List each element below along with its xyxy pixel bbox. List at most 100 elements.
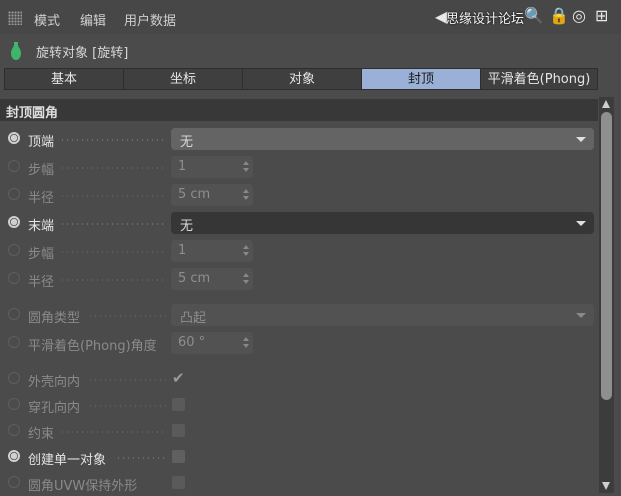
uvw-keep-label: 圆角UVW保持外形	[28, 479, 138, 494]
row-constrain: 约束	[0, 418, 598, 444]
hole-inward-label: 穿孔向内	[28, 401, 81, 416]
end-radius-value: 5 cm	[178, 271, 211, 286]
leader-dots	[60, 279, 166, 281]
leader-dots	[88, 315, 166, 317]
hole-inward-checkbox[interactable]	[172, 398, 185, 411]
animate-radio-icon[interactable]	[8, 450, 20, 462]
row-end-radius: 半径 5 cm	[0, 266, 598, 292]
search-icon[interactable]: 🔍	[524, 8, 544, 24]
menu-user-data[interactable]: 用户数据	[124, 10, 176, 29]
row-end-cap: 末端 无	[0, 210, 598, 236]
animate-radio-icon[interactable]	[8, 308, 20, 320]
uvw-keep-checkbox[interactable]	[172, 476, 185, 489]
spinner-arrows-icon[interactable]	[243, 273, 249, 285]
tab-basic[interactable]: 基本	[4, 68, 123, 90]
end-radius-input[interactable]: 5 cm	[171, 268, 253, 290]
top-cap-dropdown[interactable]: 无	[171, 128, 594, 150]
scroll-up-icon[interactable]	[602, 100, 610, 108]
end-steps-label: 步幅	[28, 247, 55, 262]
top-steps-value: 1	[178, 159, 187, 174]
spinner-arrows-icon[interactable]	[243, 245, 249, 257]
phong-angle-value: 60 °	[178, 335, 206, 350]
fillet-type-label: 圆角类型	[28, 311, 81, 326]
animate-radio-icon[interactable]	[8, 272, 20, 284]
row-fillet-type: 圆角类型 凸起	[0, 302, 598, 328]
animate-radio-icon[interactable]	[8, 398, 20, 410]
tab-bar: 基本 坐标 对象 封顶 平滑着色(Phong)	[4, 68, 598, 90]
grip-icon[interactable]	[8, 11, 22, 25]
row-top-cap: 顶端 无	[0, 126, 598, 152]
end-steps-input[interactable]: 1	[171, 240, 253, 262]
top-steps-input[interactable]: 1	[171, 156, 253, 178]
row-top-steps: 步幅 1	[0, 154, 598, 180]
spinner-arrows-icon[interactable]	[243, 337, 249, 349]
animate-radio-icon[interactable]	[8, 336, 20, 348]
scroll-thumb[interactable]	[601, 112, 612, 400]
object-title: 旋转对象 [旋转]	[36, 46, 129, 61]
menu-edit[interactable]: 编辑	[80, 10, 106, 29]
object-header: 旋转对象 [旋转]	[0, 34, 621, 64]
animate-radio-icon[interactable]	[8, 188, 20, 200]
single-object-checkbox[interactable]	[172, 450, 185, 463]
leader-dots	[116, 457, 166, 459]
animate-radio-icon[interactable]	[8, 424, 20, 436]
leader-dots	[60, 251, 166, 253]
chevron-down-icon	[576, 221, 586, 226]
top-radius-input[interactable]: 5 cm	[171, 184, 253, 206]
fillet-type-value: 凸起	[180, 311, 207, 326]
leader-dots	[88, 405, 166, 407]
lathe-object-icon	[11, 42, 21, 60]
section-title: 封顶圆角	[6, 106, 59, 121]
top-steps-label: 步幅	[28, 163, 55, 178]
top-radius-value: 5 cm	[178, 187, 211, 202]
spinner-arrows-icon[interactable]	[243, 161, 249, 173]
fillet-type-dropdown[interactable]: 凸起	[171, 304, 594, 326]
menu-bar: 模式 编辑 用户数据 ◀ 思缘设计论坛 🔍 🔒 ◎ ⊞	[0, 0, 621, 35]
end-cap-value: 无	[180, 219, 194, 234]
watermark-text: 思缘设计论坛	[446, 12, 525, 27]
row-top-radius: 半径 5 cm	[0, 182, 598, 208]
end-cap-label: 末端	[28, 219, 55, 234]
end-steps-value: 1	[178, 243, 187, 258]
target-icon[interactable]: ◎	[572, 8, 586, 24]
animate-radio-icon[interactable]	[8, 132, 20, 144]
constrain-label: 约束	[28, 427, 55, 442]
spinner-arrows-icon[interactable]	[243, 189, 249, 201]
lock-icon[interactable]: 🔒	[549, 8, 569, 24]
top-radius-label: 半径	[28, 191, 55, 206]
vertical-scrollbar[interactable]	[599, 97, 614, 493]
tab-object[interactable]: 对象	[242, 68, 361, 90]
animate-radio-icon[interactable]	[8, 244, 20, 256]
row-phong-angle: 平滑着色(Phong)角度 60 °	[0, 330, 598, 356]
section-header[interactable]: 封顶圆角	[0, 99, 598, 121]
tab-phong[interactable]: 平滑着色(Phong)	[480, 68, 598, 90]
chevron-down-icon	[576, 137, 586, 142]
hull-inward-label: 外壳向内	[28, 375, 81, 390]
phong-angle-input[interactable]: 60 °	[171, 332, 253, 354]
row-single-object: 创建单一对象	[0, 444, 598, 470]
animate-radio-icon[interactable]	[8, 476, 20, 488]
row-end-steps: 步幅 1	[0, 238, 598, 264]
leader-dots	[60, 431, 166, 433]
row-uvw-keep: 圆角UVW保持外形	[0, 470, 598, 496]
row-hole-inward: 穿孔向内	[0, 392, 598, 418]
menu-mode[interactable]: 模式	[34, 10, 60, 29]
top-cap-value: 无	[180, 135, 194, 150]
end-radius-label: 半径	[28, 275, 55, 290]
chevron-down-icon	[576, 313, 586, 318]
constrain-checkbox[interactable]	[172, 424, 185, 437]
animate-radio-icon[interactable]	[8, 372, 20, 384]
tab-caps[interactable]: 封顶	[361, 68, 480, 90]
new-panel-icon[interactable]: ⊞	[595, 8, 608, 24]
animate-radio-icon[interactable]	[8, 160, 20, 172]
animate-radio-icon[interactable]	[8, 216, 20, 228]
tab-coordinates[interactable]: 坐标	[123, 68, 242, 90]
top-cap-label: 顶端	[28, 135, 55, 150]
leader-dots	[60, 195, 166, 197]
end-cap-dropdown[interactable]: 无	[171, 212, 594, 234]
leader-dots	[60, 167, 166, 169]
single-object-label: 创建单一对象	[28, 453, 107, 468]
checkmark-icon[interactable]: ✔	[172, 369, 185, 387]
leader-dots	[60, 139, 166, 141]
scroll-down-icon[interactable]	[602, 482, 610, 490]
